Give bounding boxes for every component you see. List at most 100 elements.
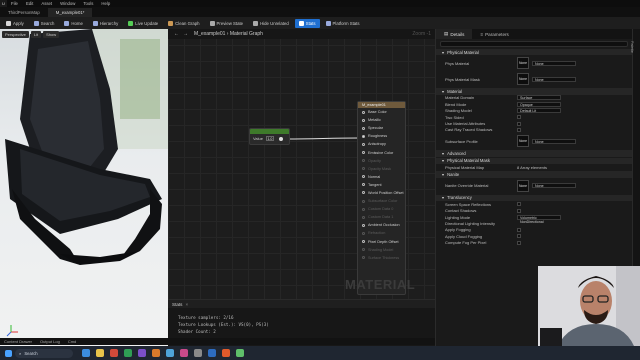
pin-socket-icon[interactable] xyxy=(362,231,365,235)
pin-socket-icon[interactable] xyxy=(362,175,365,179)
tab-parameters[interactable]: ≡ Parameters xyxy=(472,29,516,39)
chevron-down-icon[interactable]: ▾ xyxy=(442,195,444,200)
details-search-input[interactable] xyxy=(440,41,628,47)
cmd-button[interactable]: Cmd xyxy=(64,339,80,344)
asset-thumbnail[interactable]: None xyxy=(517,135,529,148)
menu-window[interactable]: Window xyxy=(56,1,79,6)
chevron-down-icon[interactable]: ▾ xyxy=(442,172,444,177)
input-pin-shading-model[interactable]: Shading Model xyxy=(358,246,405,254)
input-pin-custom-data-0[interactable]: Custom Data 0 xyxy=(358,205,405,213)
unreal-logo-icon[interactable]: U xyxy=(0,0,7,7)
menu-help[interactable]: Help xyxy=(97,1,114,6)
property-checkbox[interactable] xyxy=(517,227,521,232)
live-update-button[interactable]: Live Update xyxy=(124,19,162,28)
property-checkbox[interactable] xyxy=(517,208,521,213)
clean-graph-button[interactable]: Clean Graph xyxy=(164,19,203,28)
input-pin-metallic[interactable]: Metallic xyxy=(358,116,405,124)
pin-socket-icon[interactable] xyxy=(362,159,365,163)
input-pin-subsurface-color[interactable]: Subsurface Color xyxy=(358,197,405,205)
input-pin-roughness[interactable]: Roughness xyxy=(358,132,405,140)
asset-thumbnail[interactable]: None xyxy=(517,179,529,192)
stats-button[interactable]: Stats xyxy=(294,18,320,28)
pin-socket-icon[interactable] xyxy=(362,256,365,260)
input-pin-custom-data-1[interactable]: Custom Data 1 xyxy=(358,213,405,221)
taskbar-app-icon[interactable] xyxy=(166,349,174,357)
pin-socket-icon[interactable] xyxy=(362,118,365,122)
close-icon[interactable]: × xyxy=(185,302,188,307)
pin-socket-icon[interactable] xyxy=(362,167,365,171)
menu-edit[interactable]: Edit xyxy=(22,1,37,6)
output-pin-icon[interactable] xyxy=(278,136,283,141)
input-pin-pixel-depth-offset[interactable]: Pixel Depth Offset xyxy=(358,238,405,246)
asset-picker-combo[interactable]: None xyxy=(532,60,576,66)
chevron-down-icon[interactable]: ▾ xyxy=(442,50,444,55)
scalar-parameter-node[interactable]: Value 1.0 xyxy=(249,128,290,145)
taskbar-app-icon[interactable] xyxy=(222,349,230,357)
palette-label[interactable]: Palette xyxy=(630,41,634,53)
pin-socket-icon[interactable] xyxy=(362,207,365,211)
hierarchy-button[interactable]: Hierarchy xyxy=(89,19,122,28)
tab-thirdpersonmap[interactable]: ThirdPersonMap xyxy=(0,8,48,17)
taskbar-app-icon[interactable] xyxy=(96,349,104,357)
pin-socket-icon[interactable] xyxy=(362,215,365,219)
pin-socket-icon[interactable] xyxy=(362,142,365,146)
input-pin-emissive-color[interactable]: Emissive Color xyxy=(358,148,405,156)
input-pin-base-color[interactable]: Base Color xyxy=(358,108,405,116)
input-pin-opacity-mask[interactable]: Opacity Mask xyxy=(358,165,405,173)
preview-viewport[interactable]: Perspective Lit Show xyxy=(0,29,168,351)
input-pin-ambient-occlusion[interactable]: Ambient Occlusion xyxy=(358,221,405,229)
chevron-down-icon[interactable]: ▾ xyxy=(442,158,444,163)
taskbar-app-icon[interactable] xyxy=(194,349,202,357)
material-graph-panel[interactable]: ← → M_example01 › Material Graph Zoom -1… xyxy=(168,29,435,299)
search-button[interactable]: Search xyxy=(30,19,59,28)
hide-unrelated-button[interactable]: Hide Unrelated xyxy=(249,19,293,28)
property-checkbox[interactable] xyxy=(517,234,521,239)
pin-socket-icon[interactable] xyxy=(362,223,365,227)
content-drawer-button[interactable]: Content Drawer xyxy=(0,339,36,344)
apply-button[interactable]: Apply xyxy=(2,19,28,28)
scalar-value-field[interactable]: 1.0 xyxy=(265,136,274,141)
pin-socket-icon[interactable] xyxy=(362,199,365,203)
section-header-advanced[interactable]: ▾ Advanced xyxy=(436,150,632,157)
input-pin-world-position-offset[interactable]: World Position Offset xyxy=(358,189,405,197)
platform-stats-button[interactable]: Platform Stats xyxy=(322,19,364,28)
preview-state-button[interactable]: Preview State xyxy=(206,19,248,28)
taskbar-app-icon[interactable] xyxy=(208,349,216,357)
taskbar-app-icon[interactable] xyxy=(124,349,132,357)
taskbar-app-icon[interactable] xyxy=(236,349,244,357)
property-dropdown[interactable]: Volumetric NonDirectional xyxy=(517,214,561,224)
show-button[interactable]: Show xyxy=(43,31,60,38)
lit-button[interactable]: Lit xyxy=(30,31,42,38)
property-dropdown[interactable]: Default Lit xyxy=(517,108,561,114)
input-pin-tangent[interactable]: Tangent xyxy=(358,181,405,189)
property-checkbox[interactable] xyxy=(517,240,521,245)
input-pin-surface-thickness[interactable]: Surface Thickness xyxy=(358,254,405,262)
property-dropdown[interactable]: Surface xyxy=(517,95,561,101)
asset-picker-combo[interactable]: None xyxy=(532,138,576,144)
input-pin-normal[interactable]: Normal xyxy=(358,173,405,181)
chevron-down-icon[interactable]: ▾ xyxy=(442,151,444,156)
menu-file[interactable]: File xyxy=(7,1,22,6)
windows-start-icon[interactable] xyxy=(5,349,12,357)
pin-socket-icon[interactable] xyxy=(362,183,365,187)
property-checkbox[interactable] xyxy=(517,202,521,207)
input-pin-specular[interactable]: Specular xyxy=(358,124,405,132)
property-dropdown[interactable]: Opaque xyxy=(517,101,561,107)
asset-thumbnail[interactable]: None xyxy=(517,57,529,70)
taskbar-app-icon[interactable] xyxy=(82,349,90,357)
tab-details[interactable]: ▤ Details xyxy=(436,29,473,39)
material-result-node[interactable]: M_example01 Base Color Metallic Specular Ro… xyxy=(357,101,406,295)
input-pin-refraction[interactable]: Refraction xyxy=(358,229,405,237)
chevron-down-icon[interactable]: ▾ xyxy=(442,89,444,94)
input-pin-opacity[interactable]: Opacity xyxy=(358,157,405,165)
perspective-button[interactable]: Perspective xyxy=(2,31,29,38)
taskbar-app-icon[interactable] xyxy=(138,349,146,357)
pin-socket-icon[interactable] xyxy=(362,240,365,244)
pin-socket-icon[interactable] xyxy=(362,110,365,114)
taskbar-app-icon[interactable] xyxy=(180,349,188,357)
taskbar-search[interactable]: ⌕ Search xyxy=(15,348,73,358)
property-checkbox[interactable] xyxy=(517,121,521,126)
tab-m-example01[interactable]: M_example01* xyxy=(47,8,93,17)
taskbar-app-icon[interactable] xyxy=(110,349,118,357)
pin-socket-icon[interactable] xyxy=(362,151,365,155)
